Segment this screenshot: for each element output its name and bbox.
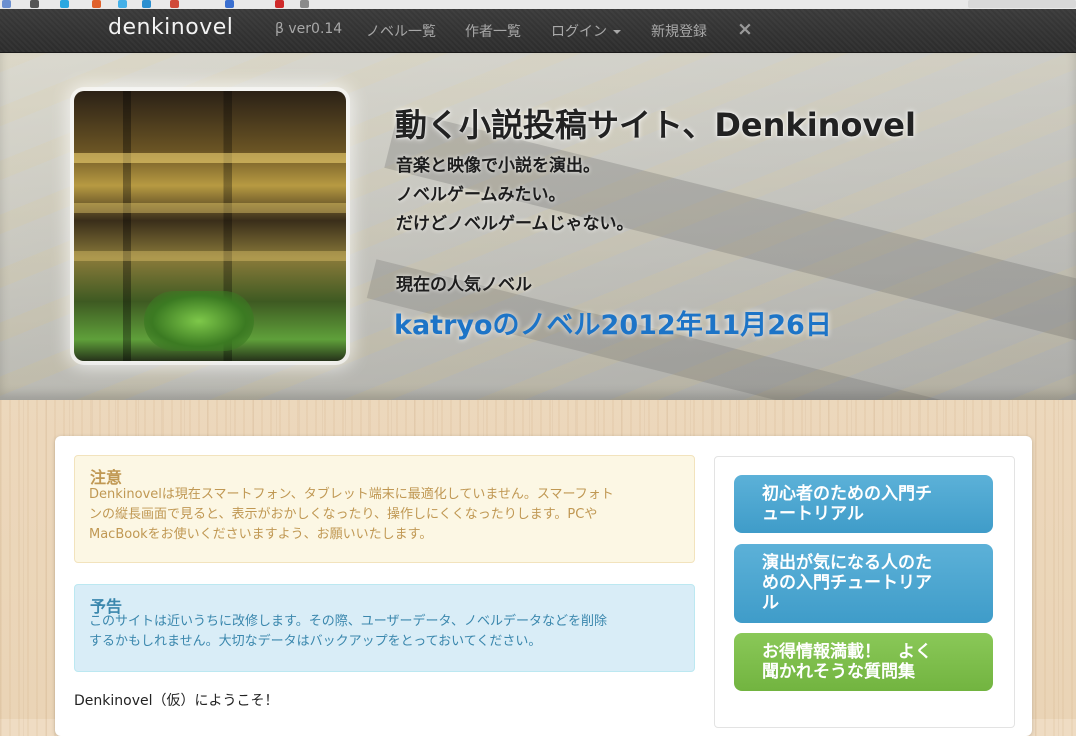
alert-text: MacBookをお使いくださいますよう、お願いいたします。 — [89, 527, 433, 542]
toolbar-icon — [30, 0, 39, 8]
welcome-text: Denkinovel（仮）にようこそ！ — [74, 693, 279, 709]
hero-title: 動く小説投稿サイト、Denkinovel — [395, 106, 916, 144]
button-label: めの入門チュートリア — [762, 573, 932, 593]
info-alert: 予告 このサイトは近いうちに改修します。その際、ユーザーデータ、ノベルデータなど… — [74, 584, 695, 672]
image-detail — [74, 203, 346, 213]
toolbar-search — [968, 0, 1076, 8]
alert-text: ンの縦長画面で見ると、表示がおかしくなったり、操作しにくくなったりします。PCや — [89, 507, 598, 522]
toolbar-icon — [170, 0, 179, 8]
button-label: お得情報満載！ よく — [762, 642, 932, 662]
toolbar-icon — [300, 0, 309, 8]
alert-text: するかもしれません。大切なデータはバックアップをとっておいてください。 — [89, 634, 542, 649]
brand-logo[interactable]: denkinovel — [108, 15, 233, 40]
nav-login-dropdown[interactable]: ログイン — [551, 21, 621, 41]
alert-text: このサイトは近いうちに改修します。その際、ユーザーデータ、ノベルデータなどを削除 — [89, 614, 608, 629]
toolbar-icon — [92, 0, 101, 8]
hero-tagline: だけどノベルゲームじゃない。 — [396, 214, 634, 234]
version-label: β ver0.14 — [275, 21, 343, 37]
popular-novel-label: 現在の人気ノベル — [396, 275, 532, 295]
button-label: 聞かれそうな質問集 — [762, 662, 915, 682]
tutorial-direction-button[interactable]: 演出が気になる人のた めの入門チュートリア ル — [734, 544, 993, 623]
toolbar-icon — [60, 0, 69, 8]
toolbar-icon — [142, 0, 151, 8]
image-detail — [144, 291, 254, 351]
toolbar-icon — [225, 0, 234, 8]
nav-register[interactable]: 新規登録 — [651, 21, 707, 41]
close-icon[interactable]: × — [737, 18, 753, 40]
image-detail — [74, 251, 346, 261]
top-navbar: denkinovel β ver0.14 ノベル一覧 作者一覧 ログイン 新規登… — [0, 9, 1076, 53]
hero-building-image — [74, 91, 346, 361]
button-label: 初心者のための入門チ — [762, 484, 932, 504]
nav-author-list[interactable]: 作者一覧 — [465, 21, 521, 41]
faq-button[interactable]: お得情報満載！ よく 聞かれそうな質問集 — [734, 633, 993, 691]
toolbar-icon — [275, 0, 284, 8]
popular-novel-link[interactable]: katryoのノベル2012年11月26日 — [394, 303, 832, 342]
tutorial-beginner-button[interactable]: 初心者のための入門チ ュートリアル — [734, 475, 993, 533]
image-detail — [74, 153, 346, 163]
button-label: ュートリアル — [762, 504, 864, 524]
warning-alert: 注意 Denkinovelは現在スマートフォン、タブレット端末に最適化していませ… — [74, 455, 695, 563]
hero-tagline: 音楽と映像で小説を演出。 — [396, 156, 600, 176]
hero-tagline: ノベルゲームみたい。 — [396, 185, 566, 205]
nav-novel-list[interactable]: ノベル一覧 — [366, 21, 436, 41]
toolbar-icon — [2, 0, 11, 8]
button-label: 演出が気になる人のた — [762, 553, 932, 573]
caret-down-icon — [613, 30, 621, 34]
nav-login-label: ログイン — [551, 24, 607, 40]
button-label: ル — [762, 593, 779, 613]
toolbar-icon — [118, 0, 127, 8]
alert-text: Denkinovelは現在スマートフォン、タブレット端末に最適化していません。ス… — [89, 487, 614, 502]
